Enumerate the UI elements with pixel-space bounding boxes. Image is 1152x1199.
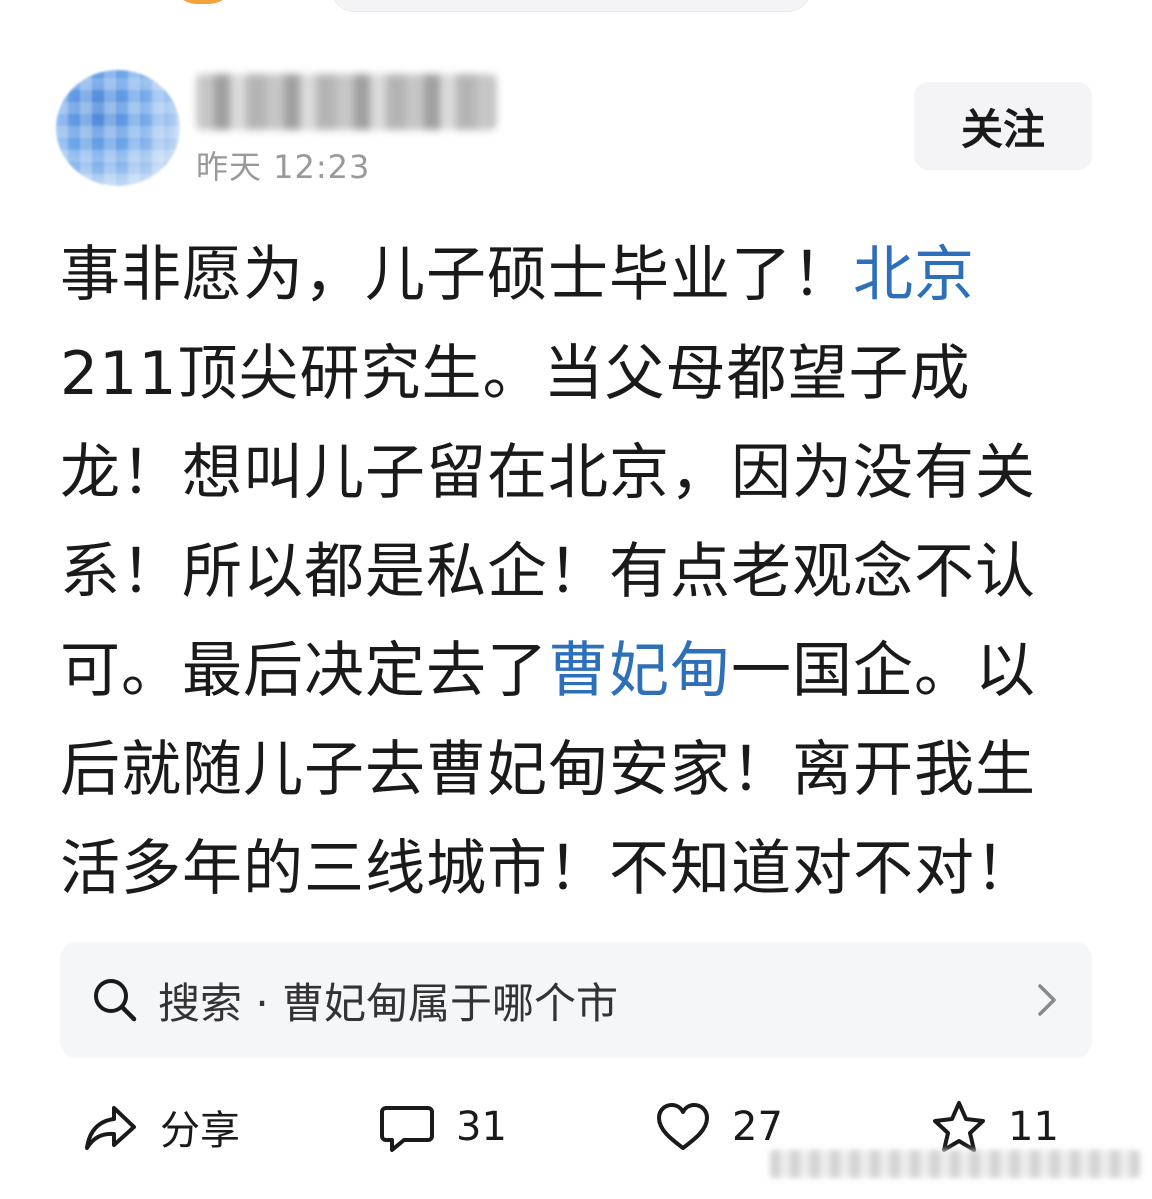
top-search-bar[interactable]: [330, 0, 812, 12]
link-beijing[interactable]: 北京: [853, 240, 975, 310]
search-icon: [90, 975, 140, 1025]
post-line: 活多年的三线城市！不知道对不对！: [60, 834, 1036, 904]
post-line: 龙！想叫儿子留在北京，因为没有关: [60, 438, 1036, 508]
search-suggestion-text: 搜索 · 曹妃甸属于哪个市: [158, 978, 619, 1028]
post-line: 可。最后决定去了曹妃甸一国企。以: [60, 636, 1036, 706]
comment-count: 31: [456, 1104, 507, 1150]
like-count: 27: [732, 1104, 783, 1150]
post-line: 系！所以都是私企！有点老观念不认: [60, 537, 1036, 607]
chevron-right-icon: [1032, 980, 1062, 1020]
share-button[interactable]: 分享: [82, 1092, 240, 1162]
follow-button[interactable]: 关注: [914, 82, 1092, 170]
post-body: 事非愿为，儿子硕士毕业了！北京 211顶尖研究生。当父母都望子成 龙！想叫儿子留…: [60, 226, 1090, 919]
post-line: 后就随儿子去曹妃甸安家！离开我生: [60, 735, 1036, 805]
author-name-redacted[interactable]: [196, 74, 496, 130]
share-label: 分享: [160, 1108, 240, 1154]
link-caofeidian[interactable]: 曹妃甸: [548, 636, 731, 706]
post-time: 昨天 12:23: [196, 148, 371, 186]
comment-icon: [378, 1098, 436, 1156]
share-icon: [82, 1098, 140, 1156]
star-icon: [930, 1098, 988, 1156]
favorite-count: 11: [1008, 1104, 1059, 1150]
author-avatar[interactable]: [56, 70, 180, 186]
post-line: 事非愿为，儿子硕士毕业了！北京: [60, 240, 975, 310]
comment-button[interactable]: 31: [378, 1092, 507, 1162]
watermark-redacted: [770, 1150, 1140, 1178]
post-line: 211顶尖研究生。当父母都望子成: [60, 339, 971, 409]
heart-icon: [654, 1098, 712, 1156]
search-suggestion[interactable]: 搜索 · 曹妃甸属于哪个市: [60, 942, 1092, 1058]
top-bar-avatar[interactable]: [168, 0, 238, 4]
like-button[interactable]: 27: [654, 1092, 783, 1162]
